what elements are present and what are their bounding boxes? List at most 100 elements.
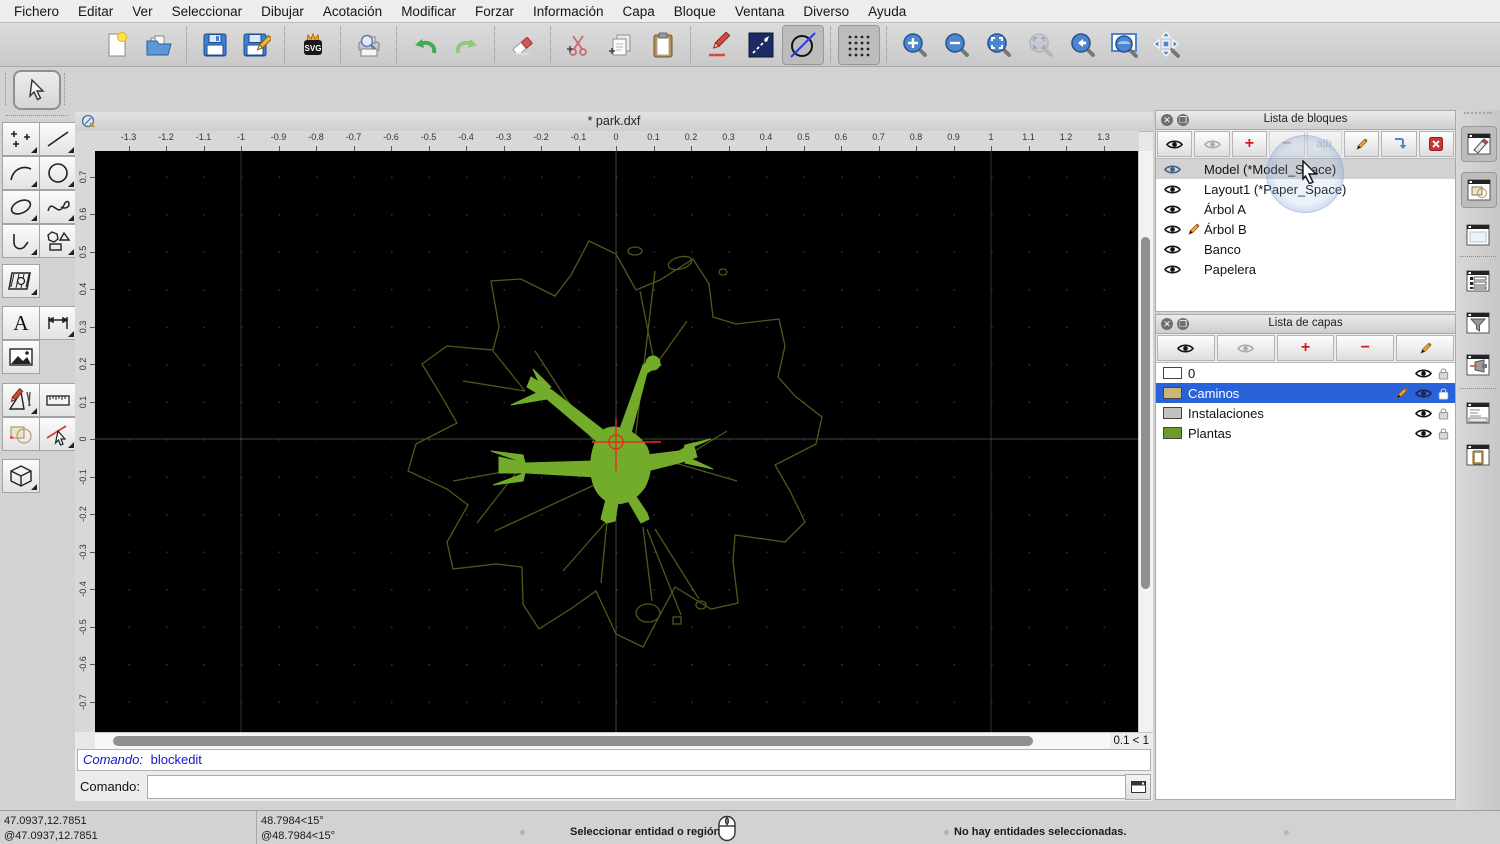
layer-hide-all-button[interactable] [1217,335,1275,361]
document-titlebar[interactable]: * park.dxf [75,112,1153,132]
zoom-window-button[interactable] [1104,25,1146,65]
zoom-selection-button[interactable] [1020,25,1062,65]
block-delete-button[interactable] [1419,131,1454,157]
block-edit-button[interactable] [1344,131,1379,157]
block-rename-button[interactable]: a|b [1307,131,1342,157]
circle-tool-button[interactable] [39,156,77,190]
vertical-scrollbar[interactable] [1138,151,1153,732]
text-tool-button[interactable]: A [2,306,40,340]
eye-icon[interactable] [1415,388,1432,399]
menu-forzar[interactable]: Forzar [475,4,514,19]
polygon-tool-button[interactable] [39,224,77,258]
ellipse-tool-button[interactable] [2,190,40,224]
layer-row-0[interactable]: 0 [1156,363,1455,383]
dimension-tool-button[interactable] [39,306,77,340]
menu-ver[interactable]: Ver [132,4,152,19]
toggle-library-browser-button[interactable] [1461,172,1497,208]
open-file-button[interactable] [138,25,180,65]
line-settings-button[interactable] [740,25,782,65]
modify-tool-button[interactable] [2,383,40,417]
cut-button[interactable] [558,25,600,65]
vertical-scrollbar-thumb[interactable] [1141,237,1150,589]
draw-pen-button[interactable] [698,25,740,65]
polyline-tool-button[interactable] [2,224,40,258]
layer-row-instalaciones[interactable]: Instalaciones [1156,403,1455,423]
svg-export-button[interactable]: SVG [292,25,334,65]
menu-acotacion[interactable]: Acotación [323,4,382,19]
toggle-layer-list-button[interactable] [1461,264,1495,298]
zoom-out-button[interactable] [936,25,978,65]
block-hide-all-button[interactable] [1194,131,1229,157]
eye-icon[interactable] [1415,408,1432,419]
menu-ventana[interactable]: Ventana [735,4,785,19]
select-entity-tool-button[interactable] [39,417,77,451]
layer-remove-button[interactable]: − [1336,335,1394,361]
grid-toggle-button[interactable] [838,25,880,65]
lock-icon[interactable] [1438,407,1449,420]
menu-informacion[interactable]: Información [533,4,604,19]
layer-edit-button[interactable] [1396,335,1454,361]
block-row-arbol-b[interactable]: Árbol B [1156,219,1455,239]
selection-tool-button[interactable] [13,70,61,110]
toggle-property-editor-button[interactable] [1461,218,1495,252]
measure-tool-button[interactable] [39,383,77,417]
new-file-button[interactable] [96,25,138,65]
line-tool-button[interactable] [39,122,77,156]
block-row-arbol-a[interactable]: Árbol A [1156,199,1455,219]
menu-modificar[interactable]: Modificar [401,4,456,19]
menu-bloque[interactable]: Bloque [674,4,716,19]
toggle-viewport-button[interactable] [1461,348,1495,382]
block-row-layout1[interactable]: Layout1 (*Paper_Space) [1156,179,1455,199]
points-tool-button[interactable] [2,122,40,156]
toggle-selection-filter-button[interactable] [1461,306,1495,340]
menu-diverso[interactable]: Diverso [803,4,849,19]
menu-fichero[interactable]: Fichero [14,4,59,19]
block-row-model[interactable]: Model (*Model_Space) [1156,159,1455,179]
layer-add-button[interactable]: + [1277,335,1335,361]
layer-row-plantas[interactable]: Plantas [1156,423,1455,443]
copy-button[interactable] [600,25,642,65]
block-add-button[interactable]: + [1232,131,1267,157]
construction-circle-toggle[interactable] [782,25,824,65]
save-as-button[interactable] [236,25,278,65]
zoom-previous-button[interactable] [1062,25,1104,65]
horizontal-scrollbar-thumb[interactable] [113,736,1033,746]
command-options-button[interactable] [1125,774,1151,800]
arc-tool-button[interactable] [2,156,40,190]
redo-button[interactable] [446,25,488,65]
info-tool-button[interactable] [2,417,40,451]
toggle-block-list-button[interactable] [1461,126,1497,162]
menu-editar[interactable]: Editar [78,4,113,19]
toggle-clipboard-button[interactable] [1461,438,1495,472]
image-tool-button[interactable] [2,340,40,374]
layer-show-all-button[interactable] [1157,335,1215,361]
zoom-pan-button[interactable] [1146,25,1188,65]
horizontal-scrollbar[interactable] [95,733,1110,750]
command-input[interactable] [147,775,1132,799]
lock-icon[interactable] [1438,427,1449,440]
hatch-tool-button[interactable] [2,264,40,298]
lock-icon[interactable] [1438,387,1449,400]
block-row-banco[interactable]: Banco [1156,239,1455,259]
menu-ayuda[interactable]: Ayuda [868,4,906,19]
block-show-all-button[interactable] [1157,131,1192,157]
block-insert-button[interactable] [1381,131,1416,157]
undo-button[interactable] [404,25,446,65]
delete-eraser-button[interactable] [502,25,544,65]
block-remove-button[interactable]: − [1269,131,1304,157]
drawing-canvas[interactable] [95,151,1139,732]
spline-tool-button[interactable] [39,190,77,224]
menu-dibujar[interactable]: Dibujar [261,4,304,19]
menu-capa[interactable]: Capa [623,4,655,19]
command-history[interactable]: Comando: blockedit [77,749,1151,771]
print-preview-button[interactable] [348,25,390,65]
save-button[interactable] [194,25,236,65]
menu-seleccionar[interactable]: Seleccionar [172,4,243,19]
toggle-command-history-button[interactable] [1461,396,1495,430]
eye-icon[interactable] [1415,428,1432,439]
layer-row-caminos[interactable]: Caminos [1156,383,1455,403]
eye-icon[interactable] [1415,368,1432,379]
zoom-auto-button[interactable] [978,25,1020,65]
lock-icon[interactable] [1438,367,1449,380]
zoom-in-button[interactable] [894,25,936,65]
